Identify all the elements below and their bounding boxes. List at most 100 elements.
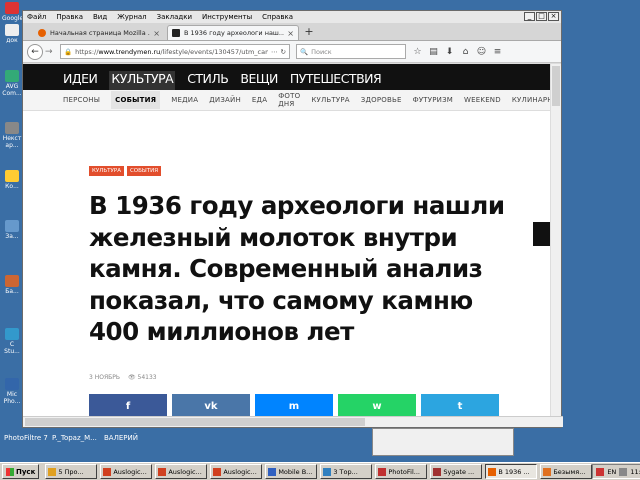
sub-nav-item[interactable]: ЗДОРОВЬЕ xyxy=(361,96,402,104)
menu-bookmarks[interactable]: Закладки xyxy=(157,13,192,21)
facebook-share-button[interactable]: f xyxy=(89,394,167,418)
url-bar[interactable]: 🔒 https://www.trendymen.ru/lifestyle/eve… xyxy=(60,44,290,59)
vk-share-button[interactable]: vk xyxy=(172,394,250,418)
main-nav-item[interactable]: КУЛЬТУРА xyxy=(109,71,176,90)
system-tray: EN 11:31 xyxy=(592,464,640,479)
tab-article[interactable]: В 1936 году археологи наш... × xyxy=(167,25,299,40)
app-icon xyxy=(378,467,387,476)
star-icon[interactable]: ☆ xyxy=(412,47,423,57)
sync-icon[interactable]: ☺ xyxy=(476,47,487,57)
close-tab-icon[interactable]: × xyxy=(287,29,294,38)
taskbar-button[interactable]: Auslogic... xyxy=(155,464,208,479)
sub-nav-item[interactable]: ДИЗАЙН xyxy=(209,96,241,104)
menu-edit[interactable]: Правка xyxy=(56,13,83,21)
search-input[interactable]: 🔍 Поиск xyxy=(296,44,406,59)
sub-nav-item[interactable]: ПЕРСОНЫ xyxy=(63,96,100,104)
app-icon xyxy=(5,378,19,390)
tray-app-icon[interactable] xyxy=(596,467,605,476)
telegram-share-button[interactable]: t xyxy=(421,394,499,418)
taskbar-button-label: 3 Тор... xyxy=(333,467,358,476)
desktop-icon[interactable]: За... xyxy=(2,220,22,240)
main-nav-item[interactable]: ИДЕИ xyxy=(63,71,98,90)
background-window[interactable] xyxy=(372,428,514,456)
site-main-nav: ИДЕИ КУЛЬТУРА СТИЛЬ ВЕЩИ ПУТЕШЕСТВИЯ xyxy=(23,64,551,90)
horizontal-scrollbar[interactable] xyxy=(23,416,563,427)
whatsapp-share-button[interactable]: w xyxy=(338,394,416,418)
back-button[interactable]: ← xyxy=(27,43,43,60)
messenger-share-button[interactable]: m xyxy=(255,394,333,418)
toolbar-icons: ☆ ▤ ⬇ ⌂ ☺ ≡ xyxy=(412,47,503,57)
firefox-icon xyxy=(38,29,46,37)
windows-logo-icon xyxy=(6,467,14,476)
new-tab-button[interactable]: + xyxy=(301,25,317,40)
menu-file[interactable]: Файл xyxy=(27,13,46,21)
sub-nav-item[interactable]: СОБЫТИЯ xyxy=(111,91,161,109)
main-nav-item[interactable]: ВЕЩИ xyxy=(240,71,278,90)
taskbar-button[interactable]: В 1936 ... xyxy=(485,464,538,479)
eye-icon: 👁 xyxy=(127,374,138,381)
taskbar-button-label: 5 Про... xyxy=(58,467,84,476)
menu-icon[interactable]: ≡ xyxy=(492,47,503,57)
taskbar-button[interactable]: Auslogic... xyxy=(210,464,263,479)
side-widget[interactable] xyxy=(533,222,551,246)
close-tab-icon[interactable]: × xyxy=(153,29,160,38)
reload-icon[interactable]: ↻ xyxy=(281,48,286,56)
taskbar-button[interactable]: 3 Тор... xyxy=(320,464,373,479)
home-icon[interactable]: ⌂ xyxy=(460,47,471,57)
menu-tools[interactable]: Инструменты xyxy=(202,13,252,21)
sub-nav-item[interactable]: КУЛИНАРНЫЙ xyxy=(512,96,551,104)
main-nav-item[interactable]: СТИЛЬ xyxy=(187,71,229,90)
taskbar-button[interactable]: PhotoFil... xyxy=(375,464,428,479)
vertical-scrollbar[interactable] xyxy=(550,64,561,418)
menu-help[interactable]: Справка xyxy=(262,13,293,21)
app-icon xyxy=(433,467,442,476)
maximize-button[interactable]: □ xyxy=(536,12,547,21)
language-indicator[interactable]: EN xyxy=(607,468,616,476)
window-controls: _ □ × xyxy=(524,12,559,21)
sub-nav-item[interactable]: ФУТУРИЗМ xyxy=(413,96,453,104)
speaker-icon[interactable] xyxy=(619,467,628,476)
lock-icon[interactable]: 🔒 xyxy=(64,48,72,56)
desktop-label-photofiltre[interactable]: PhotoFiltre 7 xyxy=(4,434,48,442)
scroll-thumb[interactable] xyxy=(552,66,560,106)
app-icon xyxy=(5,275,19,287)
desktop-icon[interactable]: Ба... xyxy=(2,275,22,295)
app-icon xyxy=(5,122,19,134)
sub-nav-item[interactable]: КУЛЬТУРА xyxy=(311,96,349,104)
taskbar: Пуск 5 Про... Auslogic... Auslogic... Auslo… xyxy=(0,462,640,480)
desktop-icon[interactable]: Некст ар... xyxy=(2,122,22,149)
taskbar-button[interactable]: Mobile B... xyxy=(265,464,318,479)
desktop-icon[interactable]: Ко... xyxy=(2,170,22,190)
desktop-icon[interactable]: Mic Pho... xyxy=(2,378,22,405)
taskbar-button[interactable]: Sygate ... xyxy=(430,464,483,479)
taskbar-button-label: Sygate ... xyxy=(443,467,475,476)
tag-events[interactable]: СОБЫТИЯ xyxy=(126,166,162,176)
minimize-button[interactable]: _ xyxy=(524,12,535,21)
start-button[interactable]: Пуск xyxy=(2,464,40,479)
taskbar-button[interactable]: 5 Про... xyxy=(45,464,98,479)
desktop-icon[interactable]: док xyxy=(2,24,22,44)
menu-view[interactable]: Вид xyxy=(93,13,107,21)
sub-nav-item[interactable]: ФОТО ДНЯ xyxy=(278,92,300,108)
sub-nav-item[interactable]: ЕДА xyxy=(252,96,267,104)
desktop-label-valeriy[interactable]: ВАЛЕРИЙ xyxy=(104,434,138,442)
forward-button[interactable]: → xyxy=(45,47,57,57)
sub-nav-item[interactable]: МЕДИА xyxy=(171,96,198,104)
nav-bar: ← → 🔒 https://www.trendymen.ru/lifestyle… xyxy=(23,41,561,63)
main-nav-item[interactable]: ПУТЕШЕСТВИЯ xyxy=(290,71,382,90)
menu-history[interactable]: Журнал xyxy=(117,13,146,21)
page-actions-icon[interactable]: ⋯ xyxy=(271,48,278,56)
taskbar-button[interactable]: Auslogic... xyxy=(100,464,153,479)
taskbar-button[interactable]: Безымя... xyxy=(540,464,593,479)
sub-nav-item[interactable]: WEEKEND xyxy=(464,96,501,104)
tab-mozilla-start[interactable]: Начальная страница Mozilla ... × xyxy=(33,25,165,40)
desktop-label-topaz[interactable]: P._Topaz_M... xyxy=(52,434,97,442)
tag-culture[interactable]: КУЛЬТУРА xyxy=(89,166,124,176)
desktop-icon[interactable]: C Stu... xyxy=(2,328,22,355)
desktop-icon[interactable]: AVG Com... xyxy=(2,70,22,97)
desktop-icon[interactable]: Google xyxy=(2,2,22,22)
download-icon[interactable]: ⬇ xyxy=(444,47,455,57)
reading-list-icon[interactable]: ▤ xyxy=(428,47,439,57)
close-button[interactable]: × xyxy=(548,12,559,21)
scroll-thumb[interactable] xyxy=(25,418,365,426)
